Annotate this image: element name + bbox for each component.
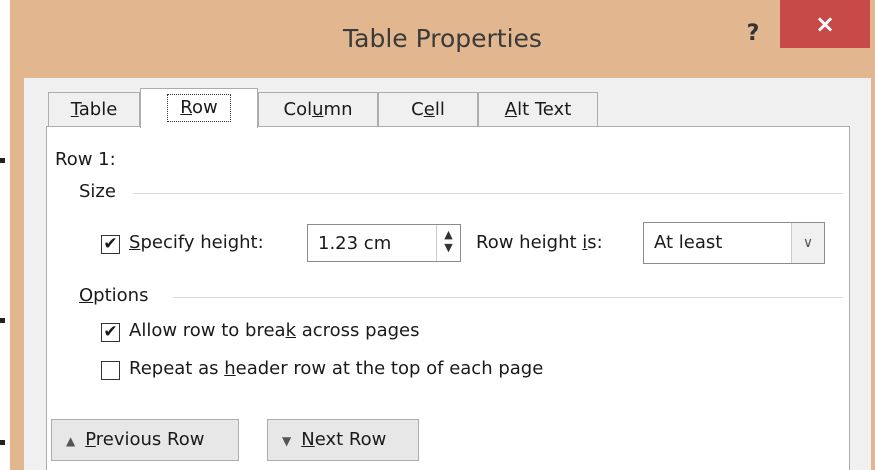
chevron-down-icon[interactable]: ∨	[791, 223, 824, 263]
tab-table[interactable]: Table	[48, 92, 140, 126]
row-height-mode-value: At least	[654, 232, 723, 253]
triangle-up-icon: ▲	[66, 434, 76, 448]
tab-cell[interactable]: Cell	[378, 92, 478, 126]
dialog-body: Table Row Column Cell Alt Text Row 1: Si…	[24, 78, 871, 470]
tab-row[interactable]: Row	[140, 88, 258, 128]
height-spinner[interactable]: 1.23 cm ▲ ▼	[307, 224, 461, 262]
close-button[interactable]: ×	[780, 0, 870, 48]
check-icon: ✔	[103, 234, 118, 254]
spin-down-icon[interactable]: ▼	[437, 241, 460, 254]
options-group-label: Options	[79, 285, 149, 306]
tab-column[interactable]: Column	[258, 92, 378, 126]
next-row-button[interactable]: ▼ Next Row	[267, 419, 419, 461]
specify-height-label[interactable]: Specify height:	[129, 232, 264, 253]
background-mark	[0, 318, 5, 323]
allow-break-label[interactable]: Allow row to break across pages	[129, 320, 419, 341]
triangle-down-icon: ▼	[282, 434, 292, 448]
size-separator	[133, 193, 843, 194]
spinner-buttons[interactable]: ▲ ▼	[436, 225, 460, 261]
specify-height-checkbox[interactable]: ✔	[101, 235, 120, 254]
tab-alt-text[interactable]: Alt Text	[478, 92, 598, 126]
background-mark	[0, 158, 5, 163]
allow-break-checkbox[interactable]: ✔	[101, 323, 120, 342]
background-edge	[0, 0, 10, 470]
previous-row-button[interactable]: ▲ Previous Row	[51, 419, 239, 461]
height-value: 1.23 cm	[318, 233, 392, 254]
background-mark	[0, 440, 5, 445]
size-group-label: Size	[79, 181, 116, 202]
spin-up-icon[interactable]: ▲	[437, 228, 460, 241]
options-separator	[173, 297, 843, 298]
row-height-mode-select[interactable]: At least ∨	[643, 222, 825, 264]
close-icon: ×	[814, 10, 836, 38]
check-icon: ✔	[103, 322, 118, 342]
row-tab-panel: Row 1: Size ✔ Specify height: 1.23 cm ▲ …	[46, 126, 850, 470]
help-button[interactable]: ?	[738, 14, 768, 54]
repeat-header-label[interactable]: Repeat as header row at the top of each …	[129, 358, 543, 379]
repeat-header-checkbox[interactable]	[101, 361, 120, 380]
row-height-is-label: Row height is:	[476, 232, 603, 253]
table-properties-dialog: Table Properties ? × Table Row Column Ce…	[10, 0, 875, 470]
row-label: Row 1:	[55, 149, 116, 170]
